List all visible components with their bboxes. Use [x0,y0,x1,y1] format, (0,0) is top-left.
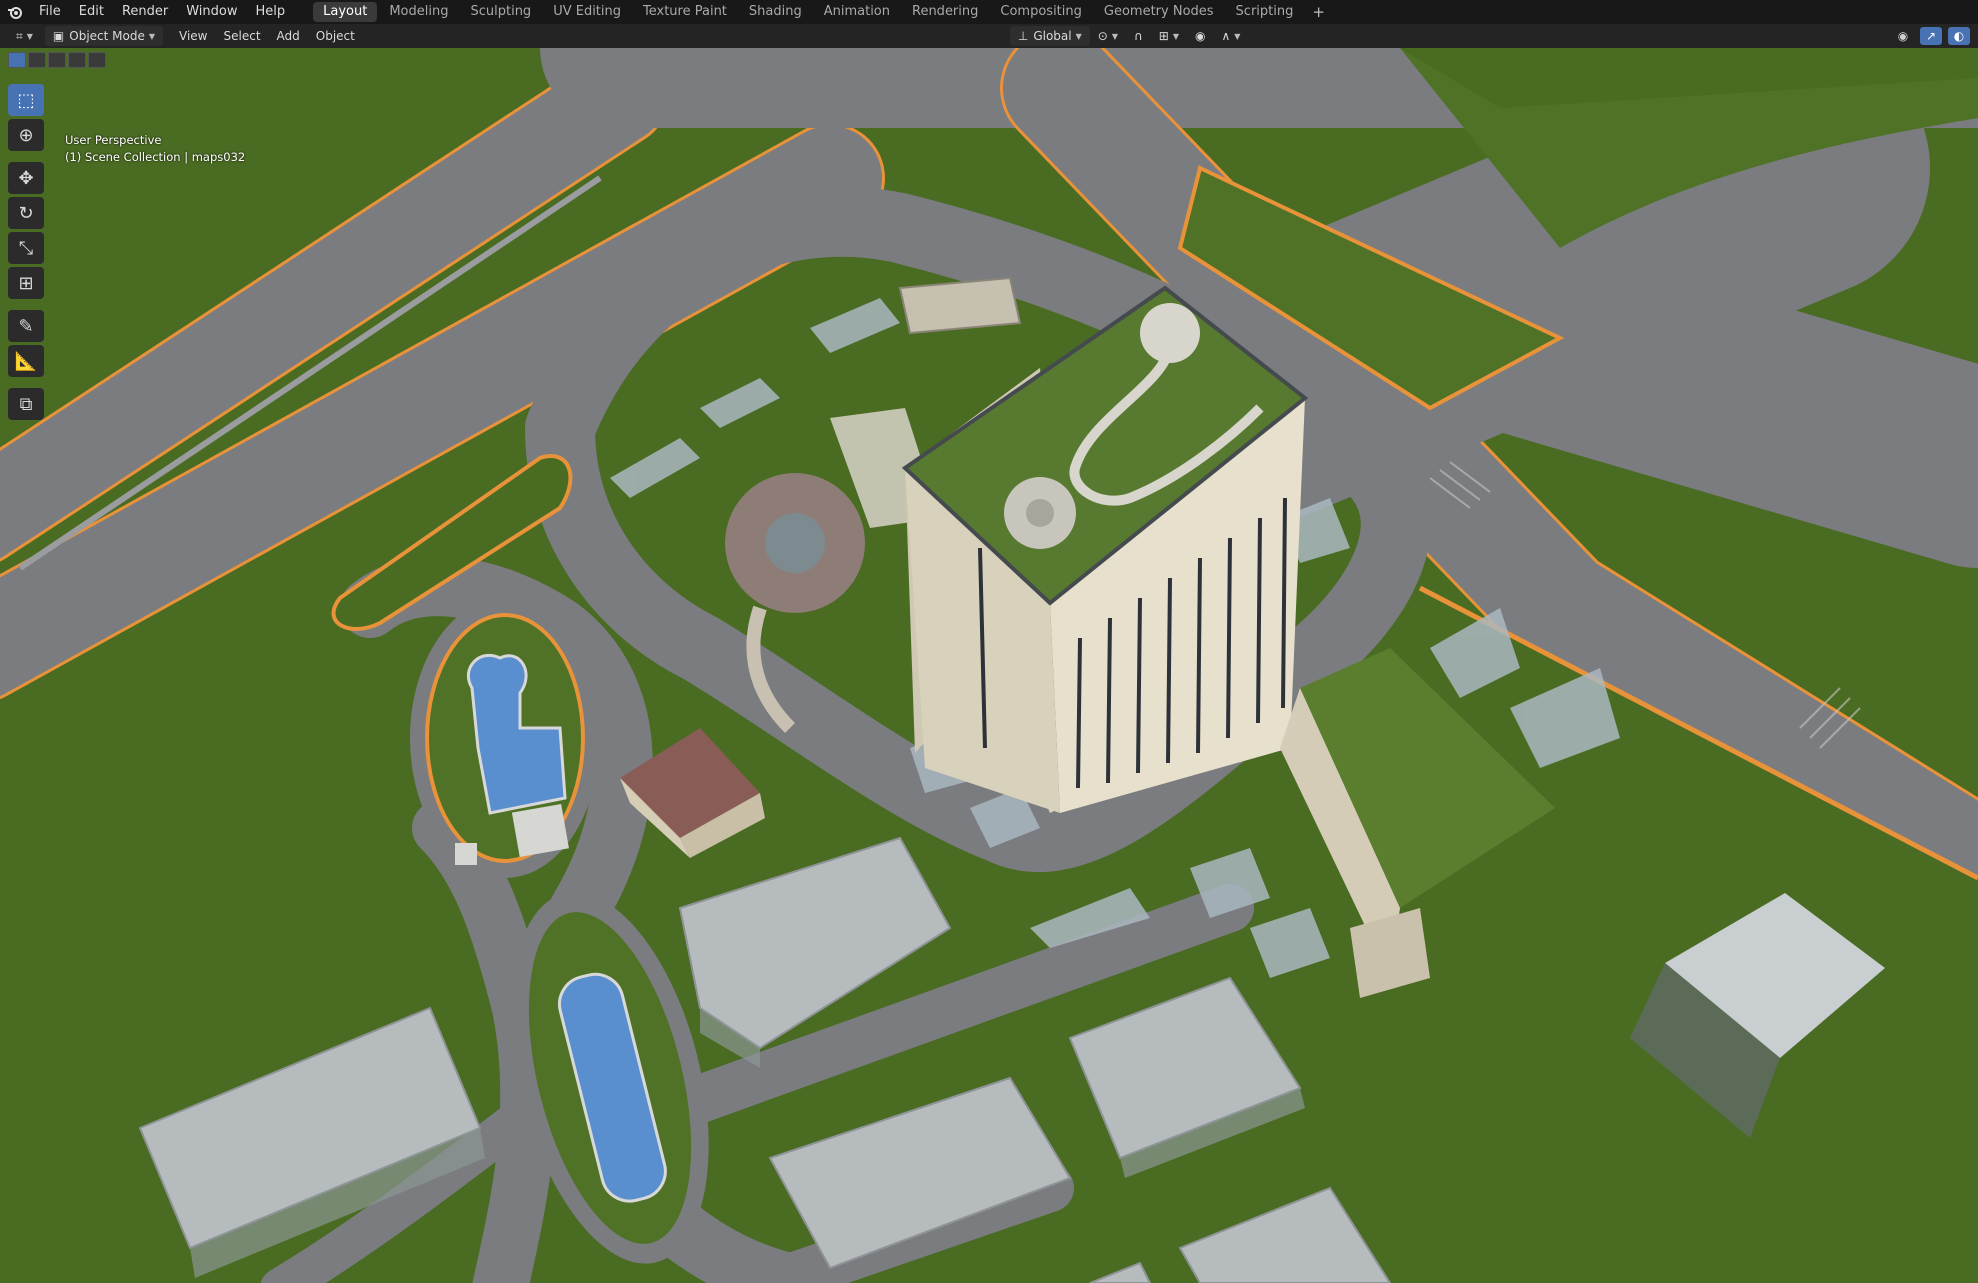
orientation-label: Global [1033,29,1072,43]
object-mode-icon: ▣ [52,29,65,43]
viewport-header: ⌗ ▼ ▣ Object Mode ▼ View Select Add Objec… [0,24,1978,48]
chevron-down-icon: ▼ [1234,31,1241,41]
top-menubar: File Edit Render Window Help Layout Mode… [0,0,1978,24]
rotate-icon[interactable]: ↻ [8,197,44,229]
menu-help[interactable]: Help [247,0,295,24]
chevron-down-icon: ▼ [1075,31,1082,41]
falloff-curve-icon: ∧ [1221,29,1231,43]
magnet-icon: ∩ [1133,29,1143,43]
tab-compositing[interactable]: Compositing [990,2,1092,22]
menu-object[interactable]: Object [308,26,363,46]
tab-modeling[interactable]: Modeling [379,2,458,22]
cursor-icon[interactable]: ⊕ [8,119,44,151]
tab-uv-editing[interactable]: UV Editing [543,2,631,22]
tab-rendering[interactable]: Rendering [902,2,988,22]
transform-orientation-dropdown[interactable]: ⊥ Global ▼ [1009,26,1090,46]
select-new-icon[interactable] [8,52,26,68]
menu-render[interactable]: Render [113,0,177,24]
tab-shading[interactable]: Shading [739,2,812,22]
viewport-header-right: ◉ ↗ ◐ [1892,24,1970,48]
overlays-toggle[interactable]: ◐ [1948,27,1970,45]
tab-animation[interactable]: Animation [814,2,900,22]
tab-layout[interactable]: Layout [313,2,378,22]
add-cube-icon[interactable]: ⧉ [8,388,44,420]
blender-logo-icon[interactable] [0,0,30,24]
tab-sculpting[interactable]: Sculpting [460,2,541,22]
menu-add[interactable]: Add [269,26,308,46]
menu-view[interactable]: View [171,26,215,46]
snap-target-button[interactable]: ⊞ ▼ [1151,26,1187,46]
add-workspace-button[interactable]: + [1304,3,1333,21]
eye-icon: ◉ [1897,29,1909,43]
select-intersect-icon[interactable] [88,52,106,68]
chevron-down-icon: ▼ [1111,31,1118,41]
gizmo-toggle[interactable]: ↗ [1920,27,1942,45]
annotate-icon[interactable]: ✎ [8,310,44,342]
tool-shelf: ⬚ ⊕ ✥ ↻ ⤡ ⊞ ✎ 📐 ⧉ [8,84,48,423]
selection-mode-group [8,52,106,68]
select-subtract-icon[interactable] [48,52,66,68]
measure-icon[interactable]: 📐 [8,345,44,377]
select-extend-icon[interactable] [28,52,46,68]
3d-viewport[interactable]: User Perspective (1) Scene Collection | … [0,48,1978,1283]
falloff-button[interactable]: ∧ ▼ [1213,26,1248,46]
select-box-icon[interactable]: ⬚ [8,84,44,116]
pivot-point-button[interactable]: ⊙ ▼ [1090,26,1126,46]
chevron-down-icon: ▼ [1172,31,1179,41]
mode-label: Object Mode [69,29,145,43]
menu-window[interactable]: Window [177,0,246,24]
scale-icon[interactable]: ⤡ [8,232,44,264]
mode-dropdown[interactable]: ▣ Object Mode ▼ [44,26,164,46]
proportional-edit-toggle[interactable]: ◉ [1187,26,1213,46]
chevron-down-icon: ▼ [26,31,33,41]
orientation-icon: ⊥ [1017,29,1029,43]
select-invert-icon[interactable] [68,52,86,68]
gizmo-icon: ↗ [1925,29,1937,43]
snap-increment-icon: ⊞ [1158,29,1169,43]
perspective-label: User Perspective [65,133,162,147]
collection-label: (1) Scene Collection | maps032 [65,150,246,164]
scene-render [0,48,1978,1283]
menu-select[interactable]: Select [216,26,269,46]
menu-file[interactable]: File [30,0,70,24]
pivot-icon: ⊙ [1097,29,1108,43]
editor-type-button[interactable]: ⌗ ▼ [8,26,41,46]
proportional-icon: ◉ [1194,29,1206,43]
menu-edit[interactable]: Edit [70,0,113,24]
tab-geometry-nodes[interactable]: Geometry Nodes [1094,2,1224,22]
snap-toggle[interactable]: ∩ [1126,26,1151,46]
tab-scripting[interactable]: Scripting [1226,2,1304,22]
editor-type-icon: ⌗ [16,28,23,43]
viewport-info: User Perspective (1) Scene Collection | … [65,132,245,166]
visibility-toggle[interactable]: ◉ [1892,27,1914,45]
tab-texture-paint[interactable]: Texture Paint [633,2,737,22]
move-icon[interactable]: ✥ [8,162,44,194]
chevron-down-icon: ▼ [148,31,156,41]
transform-icon[interactable]: ⊞ [8,267,44,299]
overlays-icon: ◐ [1953,29,1965,43]
